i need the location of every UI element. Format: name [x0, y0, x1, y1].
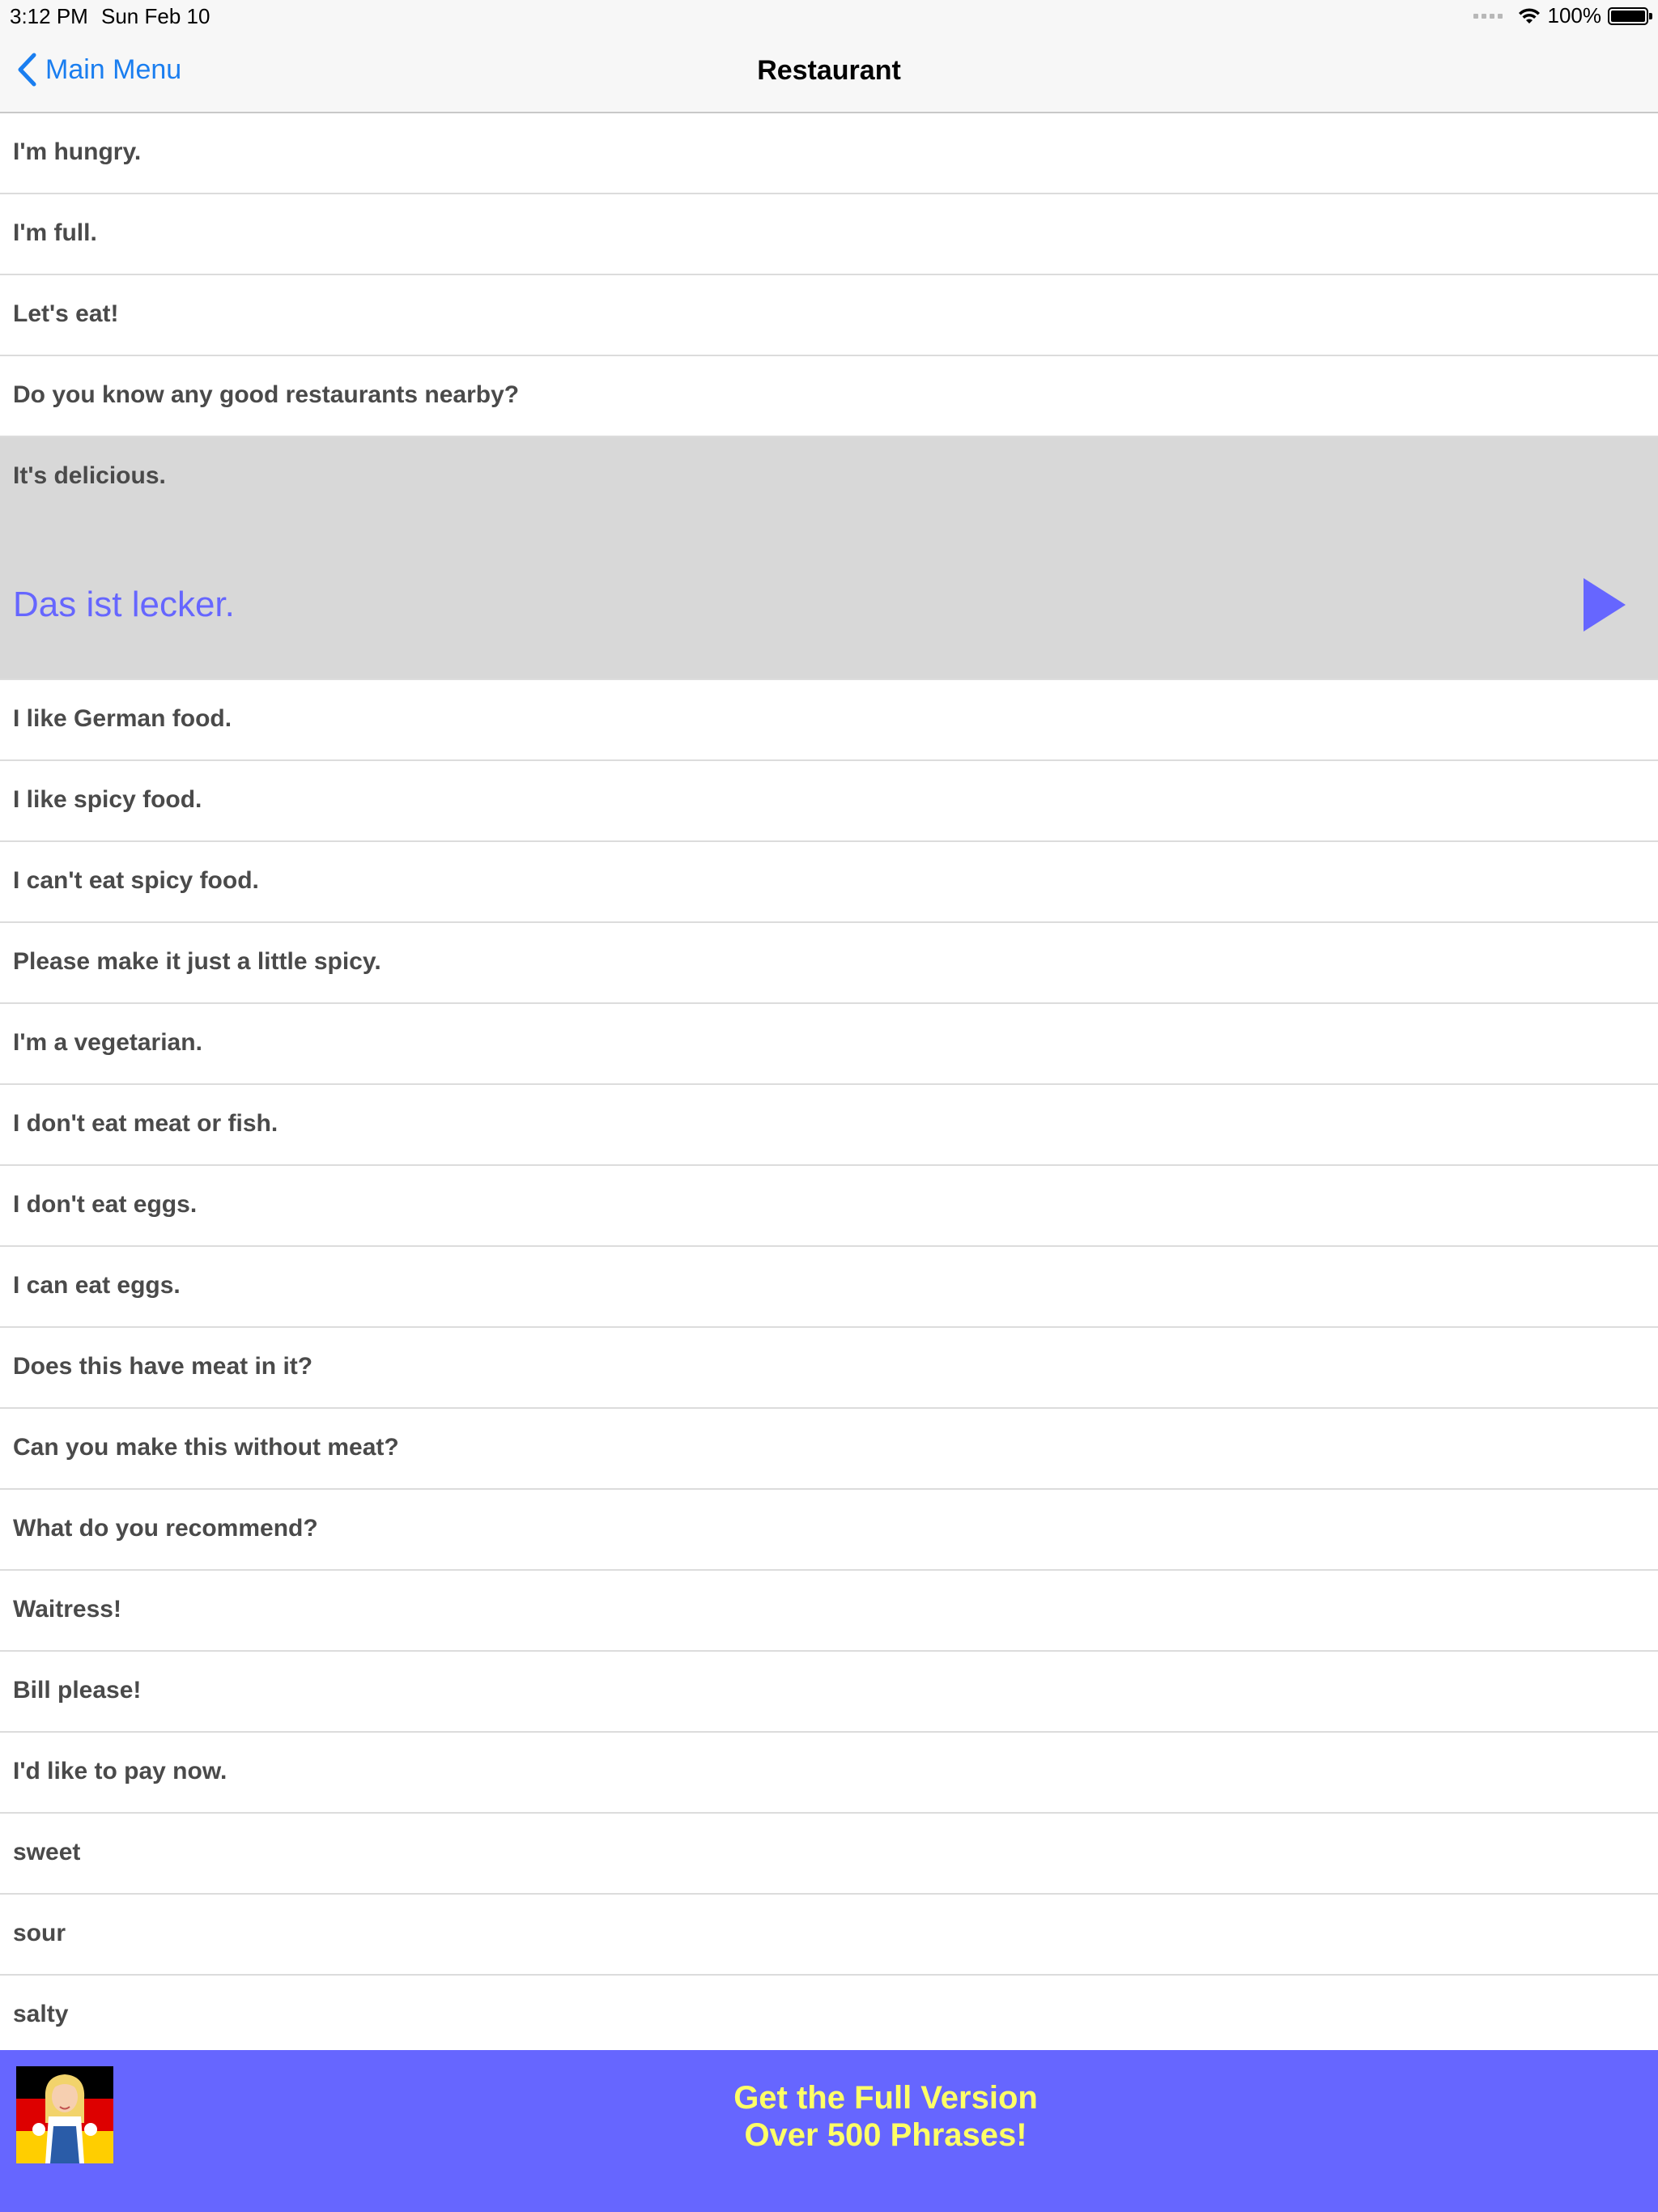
battery-icon [1608, 6, 1652, 25]
app-screen: 3:12 PM Sun Feb 10 100% Main Menu Restau… [0, 0, 1658, 2212]
phrase-english: What do you recommend? [13, 1515, 318, 1542]
phrase-row[interactable]: I like spicy food. [0, 761, 1658, 842]
phrase-row[interactable]: I don't eat meat or fish. [0, 1085, 1658, 1166]
page-title: Restaurant [757, 55, 901, 86]
phrase-english: I can eat eggs. [13, 1272, 181, 1299]
phrase-row[interactable]: What do you recommend? [0, 1490, 1658, 1571]
phrase-english: I can't eat spicy food. [13, 867, 259, 894]
phrase-row[interactable]: I can't eat spicy food. [0, 842, 1658, 923]
banner-line-1: Get the Full Version [733, 2080, 1038, 2116]
play-icon[interactable] [1580, 576, 1629, 633]
phrase-english: Let's eat! [13, 300, 119, 327]
phrase-english: salty [13, 2001, 69, 2027]
cellular-signal-icon [1473, 13, 1503, 19]
status-bar: 3:12 PM Sun Feb 10 100% [0, 0, 1658, 32]
phrase-english: Please make it just a little spicy. [13, 948, 381, 975]
phrase-row[interactable]: Let's eat! [0, 275, 1658, 356]
phrase-row-expanded[interactable]: It's delicious. Das ist lecker. [0, 437, 1658, 680]
phrase-row[interactable]: Please make it just a little spicy. [0, 923, 1658, 1004]
phrase-english: I'm hungry. [13, 138, 142, 165]
phrase-row[interactable]: I don't eat eggs. [0, 1166, 1658, 1247]
phrase-english: I don't eat meat or fish. [13, 1110, 278, 1137]
phrase-english: Waitress! [13, 1596, 121, 1623]
phrase-english: Can you make this without meat? [13, 1434, 399, 1461]
status-right-group: 100% [1473, 3, 1652, 28]
phrase-row[interactable]: sweet [0, 1814, 1658, 1895]
phrase-english: Bill please! [13, 1677, 142, 1704]
phrase-list: I'm hungry. I'm full. Let's eat! Do you … [0, 113, 1658, 2050]
phrase-row[interactable]: I can eat eggs. [0, 1247, 1658, 1328]
phrase-row[interactable]: I'd like to pay now. [0, 1733, 1658, 1814]
phrase-row[interactable]: salty [0, 1976, 1658, 2050]
banner-text: Get the Full Version Over 500 Phrases! [0, 2079, 1658, 2154]
phrase-english: I like spicy food. [13, 786, 202, 813]
navigation-bar: Main Menu Restaurant [0, 32, 1658, 113]
phrase-english: Do you know any good restaurants nearby? [13, 381, 520, 408]
phrase-english: Does this have meat in it? [13, 1353, 313, 1380]
phrase-row[interactable]: Do you know any good restaurants nearby? [0, 356, 1658, 437]
phrase-row[interactable]: I'm a vegetarian. [0, 1004, 1658, 1085]
phrase-english: sweet [13, 1839, 81, 1865]
wifi-icon [1518, 7, 1540, 23]
phrase-row[interactable]: Waitress! [0, 1571, 1658, 1652]
phrase-english: I'm full. [13, 219, 97, 246]
banner-line-2: Over 500 Phrases! [744, 2117, 1027, 2153]
phrase-row[interactable]: Can you make this without meat? [0, 1409, 1658, 1490]
status-time: 3:12 PM [10, 4, 88, 28]
upgrade-banner[interactable]: Get the Full Version Over 500 Phrases! [0, 2050, 1658, 2212]
phrase-translation: Das ist lecker. [13, 585, 235, 624]
phrase-row[interactable]: I'm full. [0, 194, 1658, 275]
phrase-row[interactable]: I like German food. [0, 680, 1658, 761]
battery-percent: 100% [1547, 3, 1602, 28]
phrase-english: sour [13, 1920, 66, 1946]
phrase-english: I'm a vegetarian. [13, 1029, 202, 1056]
phrase-row[interactable]: Does this have meat in it? [0, 1328, 1658, 1409]
phrase-english: I don't eat eggs. [13, 1191, 198, 1218]
phrase-row[interactable]: Bill please! [0, 1652, 1658, 1733]
phrase-english: It's delicious. [13, 462, 166, 489]
phrase-english: I'd like to pay now. [13, 1758, 227, 1784]
status-date: Sun Feb 10 [101, 4, 210, 28]
phrase-english: I like German food. [13, 705, 232, 732]
phrase-row[interactable]: sour [0, 1895, 1658, 1976]
phrase-row[interactable]: I'm hungry. [0, 113, 1658, 194]
